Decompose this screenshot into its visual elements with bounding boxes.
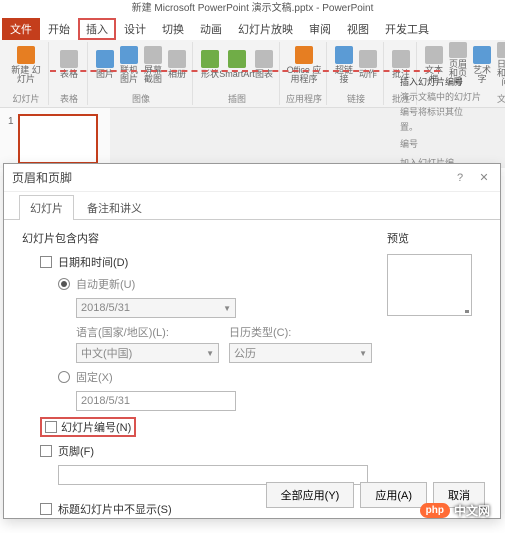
hyperlink-button[interactable]: 超链接 (333, 42, 355, 87)
dialog-tabs: 幻灯片 备注和讲义 (4, 192, 500, 220)
fixed-date-value: 2018/5/31 (81, 395, 130, 407)
pictures-button[interactable]: 图片 (94, 42, 116, 87)
group-links-label: 链接 (347, 92, 365, 105)
tab-home[interactable]: 开始 (40, 18, 78, 40)
footer-checkbox[interactable] (40, 445, 52, 457)
album-button[interactable]: 相册 (166, 42, 188, 87)
dialog-help-button[interactable]: ? (452, 170, 468, 186)
tab-file[interactable]: 文件 (2, 18, 40, 40)
fixed-label: 固定(X) (76, 369, 113, 385)
dont-show-title-label: 标题幻灯片中不显示(S) (58, 501, 172, 517)
group-apps-label: 应用程序 (286, 92, 322, 105)
tab-insert[interactable]: 插入 (78, 18, 116, 40)
album-icon (168, 50, 186, 68)
smartart-button[interactable]: SmartArt (223, 42, 251, 87)
date-format-value: 2018/5/31 (81, 302, 130, 314)
watermark-logo: php (420, 503, 450, 518)
language-label: 语言(国家/地区)(L): (76, 324, 219, 340)
office-apps-icon (295, 46, 313, 64)
datetime-checkbox[interactable] (40, 256, 52, 268)
fixed-radio[interactable] (58, 371, 70, 383)
dialog-title: 页眉和页脚 (12, 169, 72, 186)
dialog-close-button[interactable]: ✕ (476, 170, 492, 186)
date-format-combobox[interactable]: 2018/5/31 ▼ (76, 298, 236, 318)
preview-box (387, 254, 472, 316)
comment-icon (392, 50, 410, 68)
pictures-icon (96, 50, 114, 68)
group-images-label: 图像 (132, 92, 150, 105)
preview-label: 预览 (387, 230, 482, 246)
date-time-icon (497, 42, 505, 58)
dialog-header: 页眉和页脚 ? ✕ (4, 164, 500, 192)
group-slides-label: 幻灯片 (12, 92, 39, 105)
calendar-combobox[interactable]: 公历 ▼ (229, 343, 372, 363)
chevron-down-icon: ▼ (359, 349, 367, 358)
slide-number-checkbox[interactable] (45, 421, 57, 433)
office-apps-button[interactable]: Office 应用程序 (286, 42, 322, 87)
new-slide-button[interactable]: 新建 幻灯片 (8, 42, 44, 87)
annotation-arrow (50, 70, 440, 72)
dont-show-title-checkbox[interactable] (40, 503, 52, 515)
language-combobox[interactable]: 中文(中国) ▼ (76, 343, 219, 363)
window-title: 新建 Microsoft PowerPoint 演示文稿.pptx - Powe… (0, 0, 505, 18)
table-button[interactable]: 表格 (55, 42, 83, 87)
action-button[interactable]: 动作 (357, 42, 379, 87)
action-icon (359, 50, 377, 68)
screenshot-button[interactable]: 屏幕截图 (142, 42, 164, 87)
tab-view[interactable]: 视图 (339, 18, 377, 40)
tooltip-line: 置。 (400, 120, 500, 133)
online-pictures-button[interactable]: 联机图片 (118, 42, 140, 87)
chart-button[interactable]: 图表 (253, 42, 275, 87)
apply-all-button[interactable]: 全部应用(Y) (266, 482, 355, 508)
slide-thumbnail-1[interactable]: 1 (18, 114, 98, 164)
watermark: php 中文网 (420, 502, 490, 519)
wordart-icon (473, 46, 491, 64)
tab-transitions[interactable]: 切换 (154, 18, 192, 40)
slide-number-checkbox-label: 幻灯片编号(N) (61, 419, 131, 435)
preview-marker (465, 310, 469, 313)
tooltip-line: 编号 (400, 137, 500, 150)
slide-thumbnail-panel: 1 (0, 108, 110, 168)
chart-icon (255, 50, 273, 68)
dialog-tab-slide[interactable]: 幻灯片 (19, 195, 74, 220)
calendar-label: 日历类型(C): (229, 324, 372, 340)
footer-label: 页脚(F) (58, 443, 94, 459)
tab-animations[interactable]: 动画 (192, 18, 230, 40)
group-tables-label: 表格 (60, 92, 78, 105)
tab-review[interactable]: 审阅 (301, 18, 339, 40)
shapes-icon (201, 50, 219, 68)
online-pictures-icon (120, 46, 138, 64)
chevron-down-icon: ▼ (206, 349, 214, 358)
auto-update-label: 自动更新(U) (76, 276, 135, 292)
tooltip-panel: 插入幻灯片编号 演示文稿中的幻灯片 编号将标识其位 置。 编号 加入幻灯片编 (400, 75, 500, 171)
watermark-text: 中文网 (454, 502, 490, 519)
fixed-date-input[interactable]: 2018/5/31 (76, 391, 236, 411)
hyperlink-icon (335, 46, 353, 64)
screenshot-icon (144, 46, 162, 64)
smartart-icon (228, 50, 246, 68)
auto-update-radio[interactable] (58, 278, 70, 290)
tooltip-line: 编号将标识其位 (400, 105, 500, 118)
slide-number-label: 1 (8, 116, 14, 127)
new-slide-icon (17, 46, 35, 64)
shapes-button[interactable]: 形状 (199, 42, 221, 87)
tab-design[interactable]: 设计 (116, 18, 154, 40)
tab-developer[interactable]: 开发工具 (377, 18, 437, 40)
tooltip-title: 插入幻灯片编号 (400, 75, 500, 88)
apply-button[interactable]: 应用(A) (360, 482, 427, 508)
content-heading: 幻灯片包含内容 (22, 230, 372, 246)
header-footer-dialog: 页眉和页脚 ? ✕ 幻灯片 备注和讲义 幻灯片包含内容 日期和时间(D) 自动更… (3, 163, 501, 519)
datetime-label: 日期和时间(D) (58, 254, 128, 270)
language-value: 中文(中国) (81, 345, 132, 361)
header-footer-icon (449, 42, 467, 58)
ribbon-tabs: 文件 开始 插入 设计 切换 动画 幻灯片放映 审阅 视图 开发工具 (0, 18, 505, 40)
group-illustrations-label: 插图 (228, 92, 246, 105)
tooltip-line: 演示文稿中的幻灯片 (400, 90, 500, 103)
textbox-icon (425, 46, 443, 64)
dialog-tab-notes[interactable]: 备注和讲义 (76, 195, 153, 220)
table-icon (60, 50, 78, 68)
calendar-value: 公历 (234, 345, 256, 361)
chevron-down-icon: ▼ (223, 304, 231, 313)
tab-slideshow[interactable]: 幻灯片放映 (230, 18, 301, 40)
